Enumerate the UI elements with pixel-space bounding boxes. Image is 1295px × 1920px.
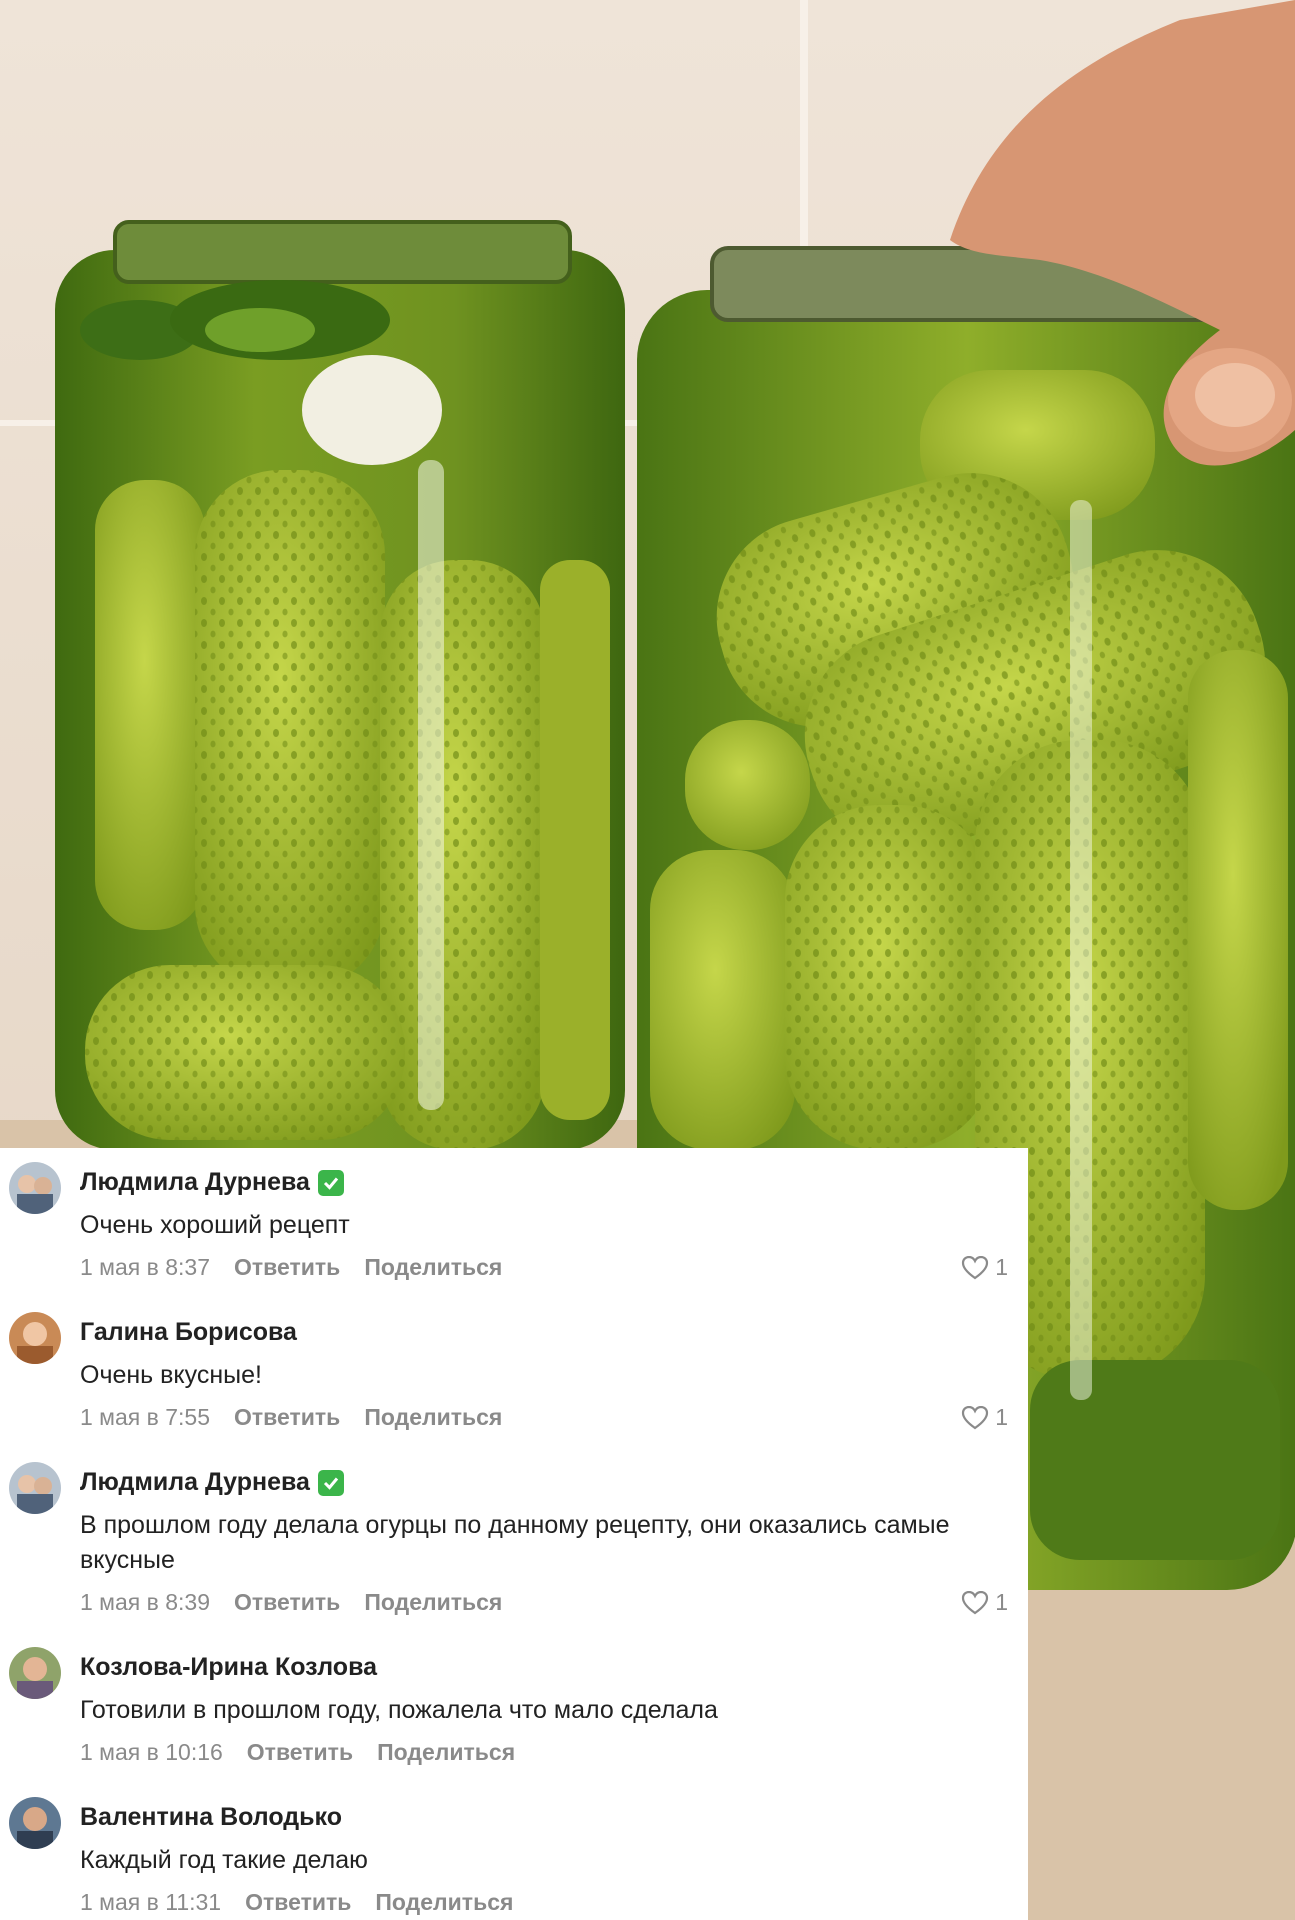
author-name[interactable]: Валентина Володько <box>80 1803 342 1832</box>
author-row: Людмила Дурнева <box>80 1468 344 1497</box>
comment-meta: 1 мая в 8:37 Ответить Поделиться <box>80 1254 526 1281</box>
like-count: 1 <box>995 1589 1008 1615</box>
comment-time: 1 мая в 8:37 <box>80 1254 211 1280</box>
reply-button[interactable]: Ответить <box>234 1254 340 1281</box>
verified-icon <box>317 1169 344 1196</box>
avatar[interactable] <box>9 1797 61 1849</box>
comment-item: Людмила Дурнева Очень хороший рецепт 1 м… <box>0 1148 1028 1300</box>
comment-text: Каждый год такие делаю <box>80 1846 368 1874</box>
verified-icon <box>317 1469 344 1496</box>
like-button[interactable]: 1 <box>961 1589 1008 1616</box>
author-name[interactable]: Козлова-Ирина Козлова <box>80 1653 377 1682</box>
comment-item: Людмила Дурнева В прошлом году делала ог… <box>0 1448 1028 1638</box>
comment-text: Готовили в прошлом году, пожалела что ма… <box>80 1696 718 1724</box>
share-button[interactable]: Поделиться <box>375 1889 513 1916</box>
share-button[interactable]: Поделиться <box>364 1254 502 1281</box>
comment-item: Козлова-Ирина Козлова Готовили в прошлом… <box>0 1633 1028 1785</box>
author-row: Козлова-Ирина Козлова <box>80 1653 377 1682</box>
comments-panel: Людмила Дурнева Очень хороший рецепт 1 м… <box>0 1148 1028 1920</box>
comment-text: Очень хороший рецепт <box>80 1211 350 1239</box>
share-button[interactable]: Поделиться <box>377 1739 515 1766</box>
author-name[interactable]: Галина Борисова <box>80 1318 297 1347</box>
reply-button[interactable]: Ответить <box>234 1404 340 1431</box>
author-name[interactable]: Людмила Дурнева <box>80 1468 310 1497</box>
like-button[interactable]: 1 <box>961 1254 1008 1281</box>
avatar[interactable] <box>9 1162 61 1214</box>
comment-text: В прошлом году делала огурцы по данному … <box>80 1511 950 1574</box>
comment-time: 1 мая в 8:39 <box>80 1589 211 1615</box>
avatar[interactable] <box>9 1462 61 1514</box>
heart-icon <box>962 1405 989 1429</box>
like-count: 1 <box>995 1404 1008 1430</box>
share-button[interactable]: Поделиться <box>364 1404 502 1431</box>
comment-meta: 1 мая в 8:39 Ответить Поделиться <box>80 1589 526 1616</box>
author-row: Валентина Володько <box>80 1803 342 1832</box>
reply-button[interactable]: Ответить <box>234 1589 340 1616</box>
comment-item: Валентина Володько Каждый год такие дела… <box>0 1783 1028 1920</box>
avatar[interactable] <box>9 1647 61 1699</box>
reply-button[interactable]: Ответить <box>247 1739 353 1766</box>
author-row: Галина Борисова <box>80 1318 297 1347</box>
comment-item: Галина Борисова Очень вкусные! 1 мая в 7… <box>0 1298 1028 1450</box>
comment-text: Очень вкусные! <box>80 1361 262 1389</box>
comment-meta: 1 мая в 11:31 Ответить Поделиться <box>80 1889 537 1916</box>
comment-meta: 1 мая в 10:16 Ответить Поделиться <box>80 1739 539 1766</box>
heart-icon <box>962 1255 989 1279</box>
heart-icon <box>962 1590 989 1614</box>
avatar[interactable] <box>9 1312 61 1364</box>
like-count: 1 <box>995 1254 1008 1280</box>
author-row: Людмила Дурнева <box>80 1168 344 1197</box>
comment-time: 1 мая в 11:31 <box>80 1889 222 1915</box>
share-button[interactable]: Поделиться <box>364 1589 502 1616</box>
comment-meta: 1 мая в 7:55 Ответить Поделиться <box>80 1404 526 1431</box>
comment-time: 1 мая в 10:16 <box>80 1739 223 1765</box>
like-button[interactable]: 1 <box>961 1404 1008 1431</box>
author-name[interactable]: Людмила Дурнева <box>80 1168 310 1197</box>
comment-time: 1 мая в 7:55 <box>80 1404 211 1430</box>
reply-button[interactable]: Ответить <box>245 1889 351 1916</box>
